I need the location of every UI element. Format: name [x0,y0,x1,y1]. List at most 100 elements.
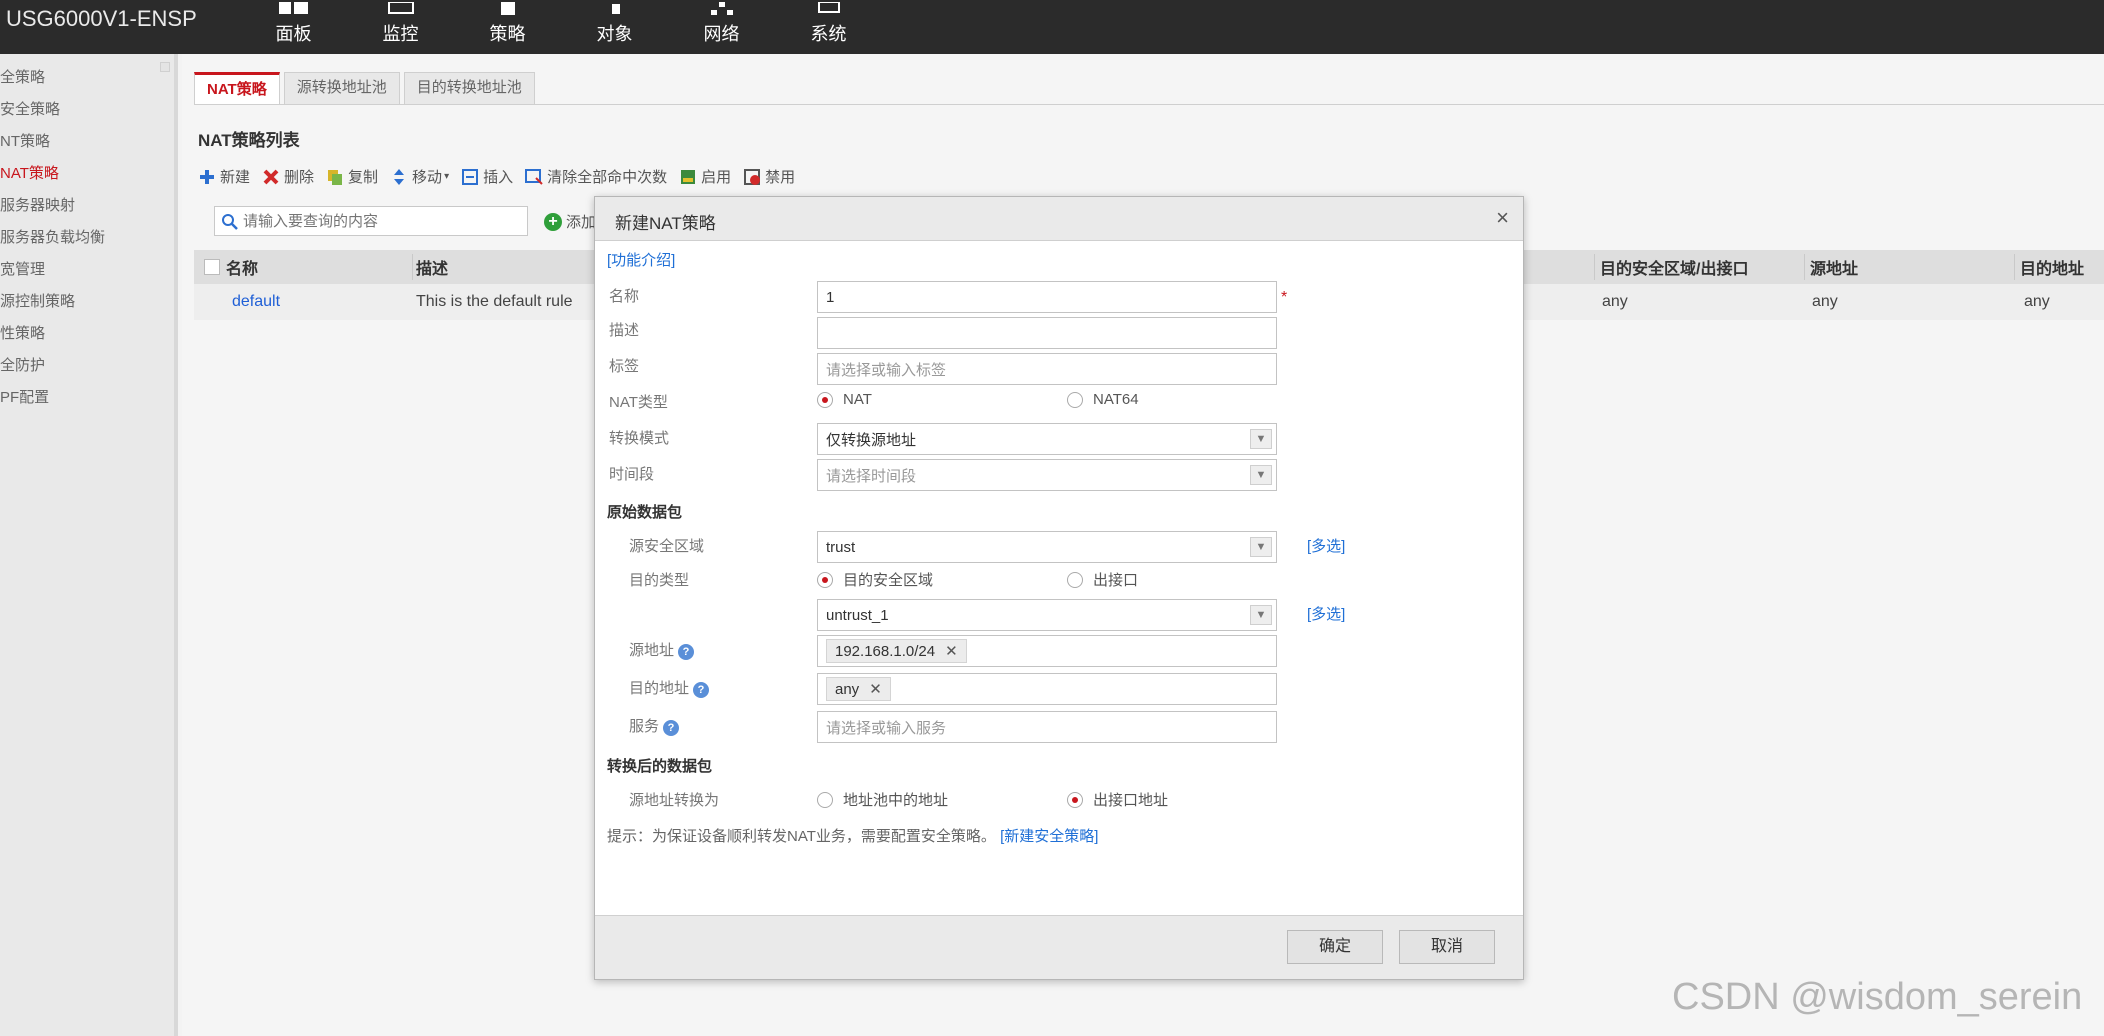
tab-nat-policy[interactable]: NAT策略 [194,72,280,104]
mode-select[interactable]: 仅转换源地址 ▼ [817,423,1277,455]
help-icon[interactable]: ? [678,644,695,660]
dst-type-interface-radio[interactable]: 出接口 [1067,569,1138,590]
sidebar-item-security-policy[interactable]: 安全策略 [0,94,174,126]
add-filter-button[interactable]: + 添加 [544,211,596,232]
nav-dashboard[interactable]: 面板 [240,0,347,54]
dialog-footer: 确定 取消 [595,915,1523,979]
cancel-button[interactable]: 取消 [1399,930,1495,964]
nat-type-nat64-radio[interactable]: NAT64 [1067,391,1139,408]
chevron-down-icon[interactable]: ▼ [1250,537,1272,557]
radio-unselected [1067,571,1083,588]
help-icon[interactable]: ? [663,720,680,736]
chevron-down-icon[interactable]: ▼ [1250,605,1272,625]
search-input[interactable] [243,207,523,235]
nav-network[interactable]: 网络 [668,0,775,54]
nav-policy[interactable]: 策略 [454,0,561,54]
col-header-dst-addr[interactable]: 目的地址 [2020,250,2084,284]
chevron-down-icon[interactable]: ▼ [1250,465,1272,485]
col-header-name[interactable]: 名称 [226,250,258,284]
src-trans-interface-radio[interactable]: 出接口地址 [1067,789,1168,810]
nav-system[interactable]: 系统 [775,0,882,54]
sidebar-collapse-handle[interactable] [160,62,170,72]
row-dst-addr: any [2024,293,2050,310]
sidebar-item-protection[interactable]: 全防护 [0,350,174,382]
watermark: CSDN @wisdom_serein [1672,976,2083,1018]
translated-packet-section: 转换后的数据包 [607,758,713,775]
panel-title: NAT策略列表 [198,131,300,150]
dst-addr-tag: any ✕ [826,677,891,701]
mode-select-value: 仅转换源地址 [826,431,917,449]
nav-monitor[interactable]: 监控 [347,0,454,54]
tab-dest-pool[interactable]: 目的转换地址池 [403,72,535,104]
ok-button[interactable]: 确定 [1287,930,1383,964]
copy-button[interactable]: 复制 [326,166,378,187]
help-icon[interactable]: ? [693,682,710,698]
src-zone-select[interactable]: trust ▼ [817,531,1277,563]
dst-addr-field[interactable]: any ✕ [817,673,1277,705]
feature-intro-link[interactable]: [功能介绍] [607,249,675,270]
dst-addr-label-text: 目的地址 [629,680,690,697]
chevron-down-icon[interactable]: ▼ [1250,429,1272,449]
nat-type-nat-radio[interactable]: NAT [817,391,872,408]
src-zone-value: trust [826,538,856,556]
add-filter-label: 添加 [566,214,597,231]
close-icon[interactable]: × [1496,205,1509,231]
copy-button-label: 复制 [348,169,379,186]
service-label-text: 服务 [629,718,660,735]
tab-source-pool[interactable]: 源转换地址池 [283,72,400,104]
enable-button[interactable]: 启用 [679,166,731,187]
required-marker: * [1281,289,1288,306]
sidebar-item-nat-policy[interactable]: NAT策略 [0,158,174,190]
tip-message: 提示：为保证设备顺利转发NAT业务，需要配置安全策略。 [607,828,996,845]
radio-selected [1067,791,1083,808]
new-security-policy-link[interactable]: [新建安全策略] [1000,828,1098,845]
dst-zone-select[interactable]: untrust_1 ▼ [817,599,1277,631]
sidebar-item-server-load-balance[interactable]: 服务器负载均衡 [0,222,174,254]
col-header-src-addr[interactable]: 源地址 [1810,250,1858,284]
disable-button[interactable]: 禁用 [743,166,795,187]
dialog-title: 新建NAT策略 [615,214,716,233]
dst-type-zone-radio[interactable]: 目的安全区域 [817,569,933,590]
col-header-dst-zone[interactable]: 目的安全区域/出接口 [1600,250,1748,284]
src-trans-pool-radio[interactable]: 地址池中的地址 [817,789,948,810]
sidebar-item-all-policy[interactable]: 全策略 [0,62,174,94]
sidebar-item-bandwidth[interactable]: 宽管理 [0,254,174,286]
remove-tag-icon[interactable]: ✕ [945,642,958,660]
search-box [214,206,528,236]
dst-type-label: 目的类型 [629,572,690,589]
sidebar-item-source-control[interactable]: 源控制策略 [0,286,174,318]
src-zone-multi-select[interactable]: [多选] [1307,535,1345,556]
row-dst-zone: any [1602,293,1628,310]
tag-field[interactable]: 请选择或输入标签 [817,353,1277,385]
name-field[interactable]: 1 [817,281,1277,313]
sidebar-item-nt-policy[interactable]: NT策略 [0,126,174,158]
src-zone-label: 源安全区域 [629,538,705,555]
add-circle-icon: + [544,212,562,231]
sidebar-item-server-mapping[interactable]: 服务器映射 [0,190,174,222]
desc-field[interactable] [817,317,1277,349]
delete-icon [263,169,279,184]
select-all-checkbox[interactable] [204,250,220,284]
new-button[interactable]: 新建 [198,166,250,187]
copy-icon [328,169,343,185]
move-button[interactable]: 移动 ▾ [390,166,449,187]
src-addr-field[interactable]: 192.168.1.0/24 ✕ [817,635,1277,667]
system-icon [817,2,840,13]
insert-button[interactable]: 插入 [461,166,513,187]
sidebar-item-pf-config[interactable]: PF配置 [0,382,174,414]
service-field[interactable]: 请选择或输入服务 [817,711,1277,743]
nav-object[interactable]: 对象 [561,0,668,54]
col-header-desc[interactable]: 描述 [416,250,448,284]
sidebar-item-property-policy[interactable]: 性策略 [0,318,174,350]
tab-divider [194,104,2104,105]
nav-system-label: 系统 [810,24,847,44]
dialog-header: 新建NAT策略 × [595,197,1523,241]
delete-button[interactable]: 删除 [262,166,314,187]
dst-zone-multi-select[interactable]: [多选] [1307,603,1345,624]
clear-hits-button[interactable]: 清除全部命中次数 [525,166,667,187]
remove-tag-icon[interactable]: ✕ [869,680,882,698]
dialog-body: [功能介绍] 名称 1 * 描述 标签 请选择或输入标签 NAT类型 NAT N… [595,241,1523,917]
schedule-select[interactable]: 请选择时间段 ▼ [817,459,1277,491]
schedule-label: 时间段 [609,466,655,483]
row-name-link[interactable]: default [232,284,280,320]
